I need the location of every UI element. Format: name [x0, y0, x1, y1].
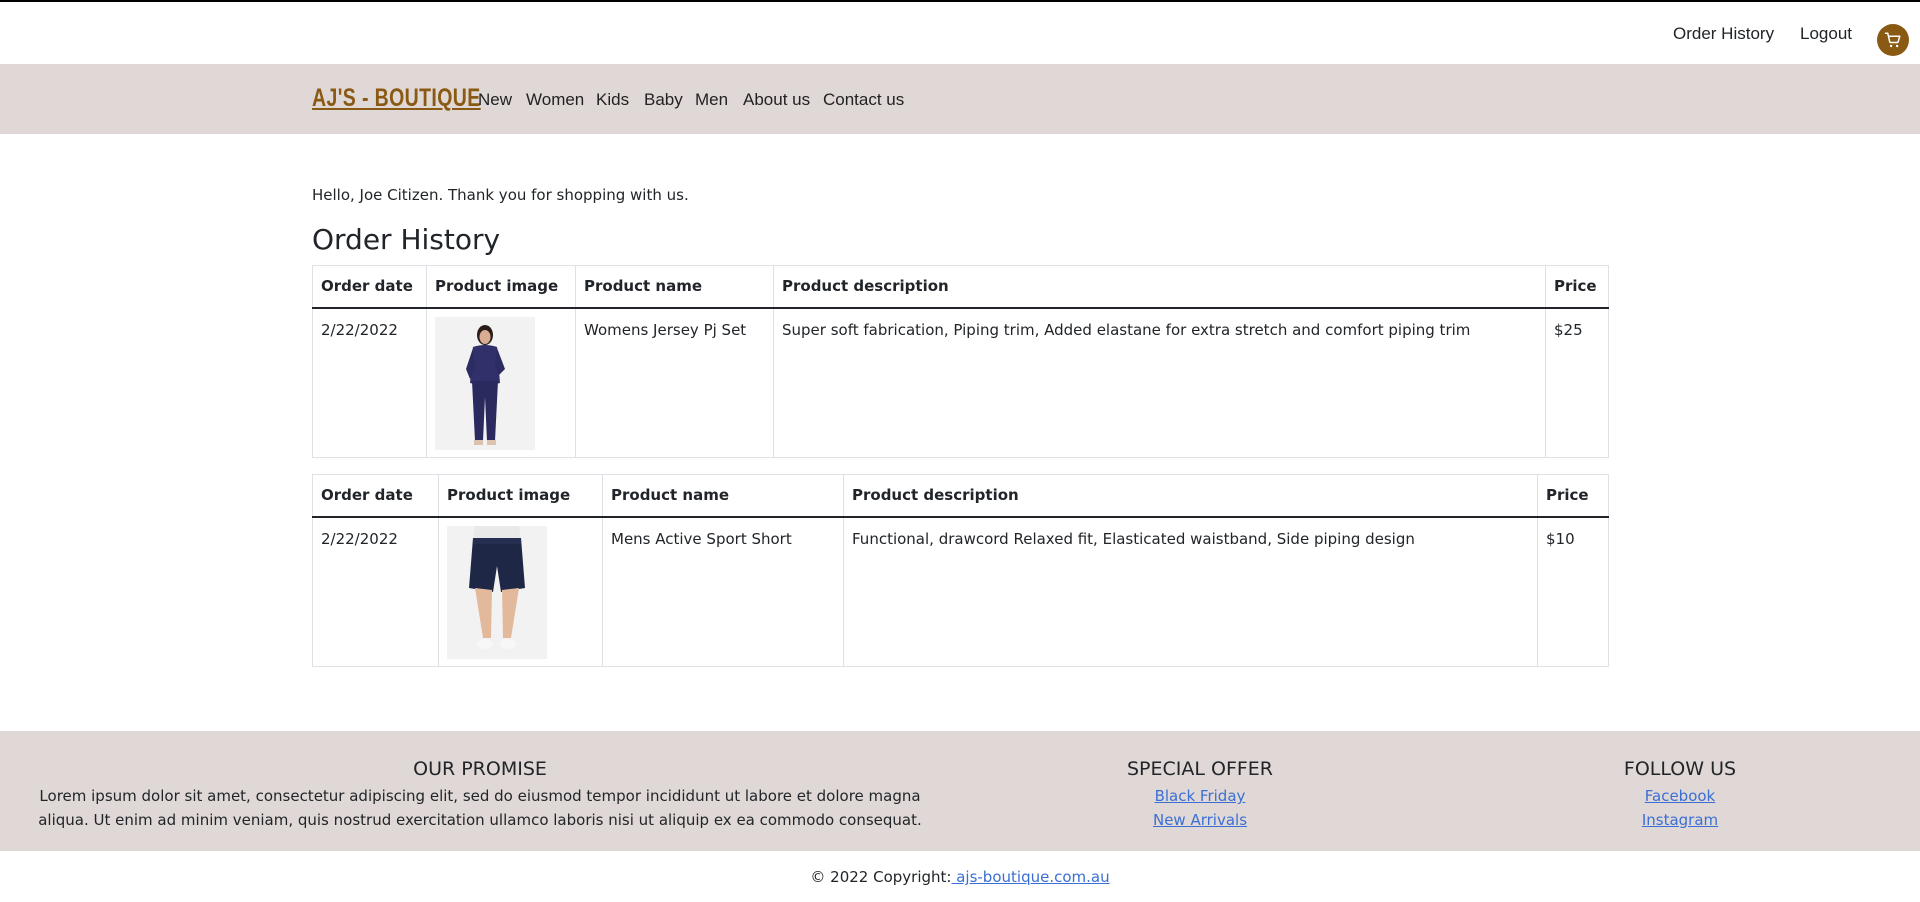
main-navbar: AJ'S - BOUTIQUE New Women Kids Baby Men …	[0, 64, 1920, 134]
special-offer-title: SPECIAL OFFER	[1126, 758, 1274, 780]
nav-baby[interactable]: Baby	[644, 90, 683, 110]
copyright-text: © 2022 Copyright:	[810, 868, 952, 886]
header-product-description: Product description	[773, 265, 1546, 309]
footer: OUR PROMISE Lorem ipsum dolor sit amet, …	[0, 731, 1920, 851]
order-table: Order date Product image Product name Pr…	[312, 474, 1609, 667]
footer-special-offer: SPECIAL OFFER Black Friday New Arrivals	[1000, 731, 1400, 832]
product-name-cell: Mens Active Sport Short	[602, 516, 844, 667]
header-order-date: Order date	[312, 265, 427, 309]
price-cell: $25	[1545, 307, 1609, 458]
black-friday-link[interactable]: Black Friday	[1000, 784, 1400, 808]
footer-promise: OUR PROMISE Lorem ipsum dolor sit amet, …	[26, 731, 934, 832]
new-arrivals-link[interactable]: New Arrivals	[1000, 808, 1400, 832]
header-product-name: Product name	[575, 265, 774, 309]
cart-icon	[1884, 32, 1901, 48]
page-title: Order History	[312, 223, 501, 256]
product-image-cell	[438, 516, 603, 667]
top-bar: Order History Logout	[0, 2, 1920, 64]
greeting-message: Hello, Joe Citizen. Thank you for shoppi…	[312, 186, 689, 204]
product-image-sport-short	[447, 525, 547, 659]
nav-women[interactable]: Women	[526, 90, 584, 110]
copyright-bar: © 2022 Copyright: ajs-boutique.com.au	[0, 868, 1920, 886]
cart-button[interactable]	[1877, 24, 1909, 56]
order-date-cell: 2/22/2022	[312, 516, 439, 667]
header-product-description: Product description	[843, 474, 1538, 518]
logout-link[interactable]: Logout	[1800, 24, 1852, 44]
footer-follow-us: FOLLOW US Facebook Instagram	[1530, 731, 1830, 832]
nav-contact-us[interactable]: Contact us	[823, 90, 904, 110]
table-row: 2/22/2022 Mens Active Sport Short Functi…	[312, 516, 1609, 667]
facebook-link[interactable]: Facebook	[1530, 784, 1830, 808]
nav-about-us[interactable]: About us	[743, 90, 810, 110]
order-date-cell: 2/22/2022	[312, 307, 427, 458]
order-history-link[interactable]: Order History	[1673, 24, 1774, 44]
product-image-pj-set	[435, 316, 535, 450]
nav-new[interactable]: New	[478, 90, 512, 110]
promise-title: OUR PROMISE	[413, 758, 547, 780]
table-row: 2/22/2022 Womens Jersey Pj Set Super sof…	[312, 307, 1609, 458]
product-description-cell: Functional, drawcord Relaxed fit, Elasti…	[843, 516, 1538, 667]
header-product-image: Product image	[438, 474, 603, 518]
product-image-cell	[426, 307, 576, 458]
table-header-row: Order date Product image Product name Pr…	[312, 474, 1609, 518]
nav-men[interactable]: Men	[695, 90, 728, 110]
order-table: Order date Product image Product name Pr…	[312, 265, 1609, 458]
header-product-image: Product image	[426, 265, 576, 309]
product-description-cell: Super soft fabrication, Piping trim, Add…	[773, 307, 1546, 458]
site-link[interactable]: ajs-boutique.com.au	[951, 868, 1109, 886]
nav-kids[interactable]: Kids	[596, 90, 629, 110]
promise-text: Lorem ipsum dolor sit amet, consectetur …	[38, 787, 922, 829]
instagram-link[interactable]: Instagram	[1530, 808, 1830, 832]
table-header-row: Order date Product image Product name Pr…	[312, 265, 1609, 309]
header-order-date: Order date	[312, 474, 439, 518]
price-cell: $10	[1537, 516, 1609, 667]
header-price: Price	[1537, 474, 1609, 518]
product-name-cell: Womens Jersey Pj Set	[575, 307, 774, 458]
header-product-name: Product name	[602, 474, 844, 518]
header-price: Price	[1545, 265, 1609, 309]
follow-us-title: FOLLOW US	[1623, 758, 1737, 780]
brand-logo[interactable]: AJ'S - BOUTIQUE	[312, 84, 481, 113]
